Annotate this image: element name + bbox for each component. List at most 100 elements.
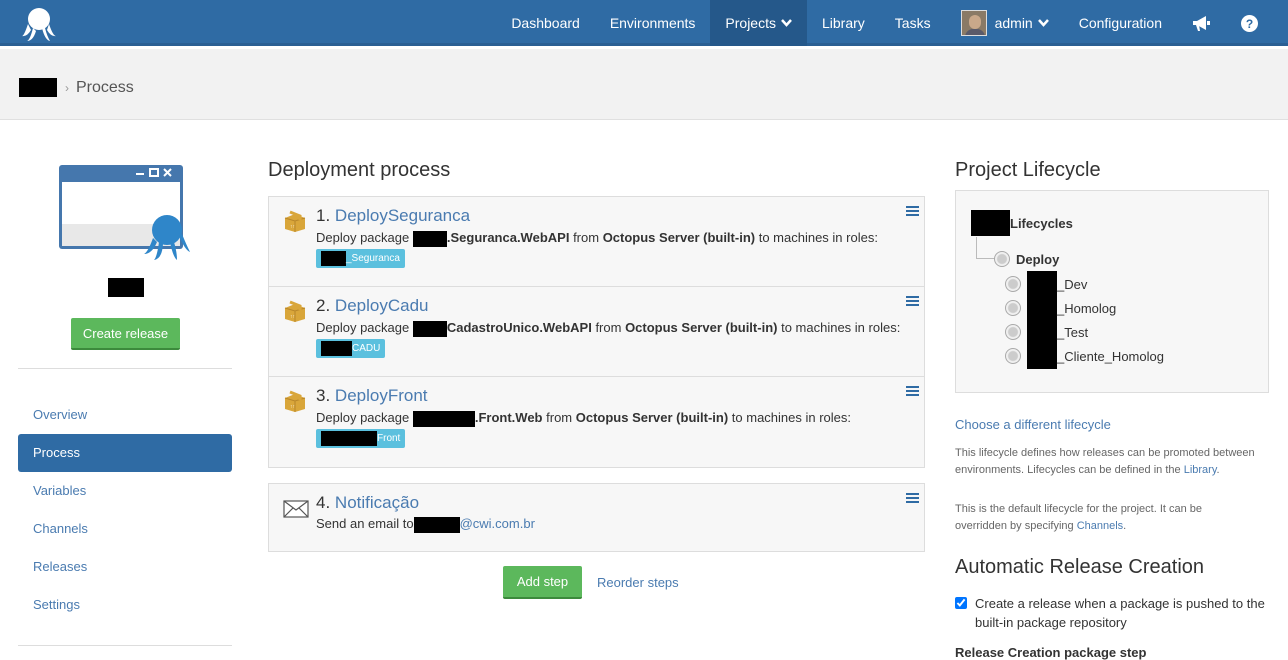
step-title: 3. DeployFront [316, 386, 428, 406]
step-menu-icon[interactable] [906, 296, 919, 307]
breadcrumb-bar: › Process [0, 49, 1288, 120]
step-desc-prefix: Send an email to [316, 516, 414, 531]
sidebar-item-settings[interactable]: Settings [18, 586, 232, 624]
step-number: 1. [316, 206, 331, 225]
redacted-text [413, 516, 460, 533]
step-description: Deploy package CadastroUnico.WebAPI from… [316, 320, 900, 337]
nav-configuration[interactable]: Configuration [1064, 0, 1177, 46]
step-link[interactable]: DeployFront [335, 386, 428, 405]
project-logo-icon [59, 165, 190, 260]
role-badge: CADU [316, 339, 386, 358]
nav-projects-label: Projects [725, 15, 776, 31]
step-description: Deploy package .Front.Web from Octopus S… [316, 410, 851, 427]
lifecycle-name: Lifecycles [971, 210, 1073, 236]
auto-release-checkbox[interactable] [955, 597, 967, 609]
sidebar-item-variables[interactable]: Variables [18, 472, 232, 510]
redacted-text [971, 210, 1010, 236]
sidebar-item-releases[interactable]: Releases [18, 548, 232, 586]
help-icon: ? [1241, 14, 1258, 32]
chevron-down-icon [781, 19, 792, 27]
nav-tasks[interactable]: Tasks [880, 0, 946, 46]
step-number: 4. [316, 493, 331, 512]
project-nav: Overview Process Variables Channels Rele… [18, 396, 232, 624]
reorder-steps-link[interactable]: Reorder steps [597, 575, 679, 590]
lifecycle-environment: _Dev [1005, 271, 1087, 297]
lifecycle-environment: _Test [1005, 319, 1088, 345]
redacted-text [1027, 319, 1057, 345]
redacted-text [321, 341, 352, 356]
choose-lifecycle-link[interactable]: Choose a different lifecycle [955, 417, 1111, 432]
sidebar-item-process[interactable]: Process [18, 434, 232, 472]
svg-text:?: ? [1246, 17, 1253, 31]
role-badge: Front [316, 429, 406, 448]
step-menu-icon[interactable] [906, 386, 919, 397]
add-step-button[interactable]: Add step [503, 566, 582, 599]
sidebar-item-overview[interactable]: Overview [18, 396, 232, 434]
step-menu-icon[interactable] [906, 206, 919, 217]
nav-projects[interactable]: Projects [710, 0, 807, 46]
feed-name: Octopus Server (built-in) [602, 230, 756, 245]
lifecycle-environment: _Cliente_Homolog [1005, 343, 1164, 369]
step-title: 2. DeployCadu [316, 296, 428, 316]
step-title: 1. DeploySeguranca [316, 206, 470, 226]
deployment-process-title: Deployment process [268, 159, 451, 181]
feed-name: Octopus Server (built-in) [575, 410, 729, 425]
breadcrumb-project-link[interactable] [19, 78, 57, 97]
package-name: .Seguranca.WebAPI [446, 230, 570, 245]
step-link[interactable]: DeploySeguranca [335, 206, 470, 225]
note-text: . [1216, 464, 1220, 476]
svg-text:↑↑: ↑↑ [290, 224, 295, 230]
lifecycle-environment: _Homolog [1005, 295, 1116, 321]
announcements-button[interactable] [1177, 0, 1226, 46]
environment-label: _Cliente_Homolog [1057, 348, 1164, 364]
step-item: ↑↑ 2. DeployCadu Deploy package Cadastro… [269, 287, 924, 377]
package-name: .Front.Web [474, 410, 543, 425]
step-menu-icon[interactable] [906, 493, 919, 504]
role-label: CADU [352, 343, 381, 354]
nav-user-label: admin [994, 15, 1033, 31]
avatar [960, 10, 987, 36]
package-name: CadastroUnico.WebAPI [446, 320, 592, 335]
lifecycle-default-note: This is the default lifecycle for the pr… [955, 501, 1255, 535]
project-name [108, 278, 144, 297]
automatic-release-title: Automatic Release Creation [955, 556, 1205, 578]
channels-link[interactable]: Channels [1077, 520, 1123, 532]
step-link[interactable]: DeployCadu [335, 296, 429, 315]
environment-status-icon [1005, 276, 1021, 292]
role-label: _Seguranca [346, 253, 400, 264]
nav-environments[interactable]: Environments [595, 0, 711, 46]
sidebar-item-channels[interactable]: Channels [18, 510, 232, 548]
step-desc-prefix: Deploy package [316, 230, 410, 245]
step-title: 4. Notificação [316, 493, 419, 513]
create-release-button[interactable]: Create release [71, 318, 180, 350]
nav-user-menu[interactable]: admin [946, 0, 1064, 46]
nav-library[interactable]: Library [807, 0, 880, 46]
auto-release-option[interactable]: Create a release when a package is pushe… [955, 594, 1275, 632]
nav-dashboard[interactable]: Dashboard [496, 0, 595, 46]
lifecycle-phase: Deploy [994, 251, 1059, 267]
breadcrumb: › Process [19, 78, 134, 97]
help-button[interactable]: ? [1226, 0, 1288, 46]
megaphone-icon [1193, 15, 1210, 31]
redacted-text [412, 320, 447, 337]
step-desc-from: from [573, 230, 600, 245]
step-desc-prefix: Deploy package [316, 320, 410, 335]
octopus-logo-icon[interactable] [22, 6, 56, 42]
step-desc-suffix: to machines in roles: [731, 410, 852, 425]
feed-name: Octopus Server (built-in) [625, 320, 778, 335]
divider [18, 368, 232, 369]
step-link[interactable]: Notificação [335, 493, 419, 512]
step-number: 3. [316, 386, 331, 405]
divider [18, 645, 232, 646]
library-link[interactable]: Library [1184, 464, 1217, 476]
role-label: Front [377, 433, 401, 444]
step-item: ↑↑ 1. DeploySeguranca Deploy package .Se… [269, 197, 924, 287]
environment-status-icon [1005, 300, 1021, 316]
steps-list: ↑↑ 1. DeploySeguranca Deploy package .Se… [268, 196, 925, 468]
step-desc-suffix: to machines in roles: [758, 230, 878, 245]
email-link[interactable]: @cwi.com.br [460, 516, 535, 531]
redacted-text [1027, 271, 1057, 297]
breadcrumb-current: Process [76, 78, 134, 96]
lifecycle-name-label: Lifecycles [1010, 215, 1073, 231]
role-badge: _Seguranca [316, 249, 405, 268]
